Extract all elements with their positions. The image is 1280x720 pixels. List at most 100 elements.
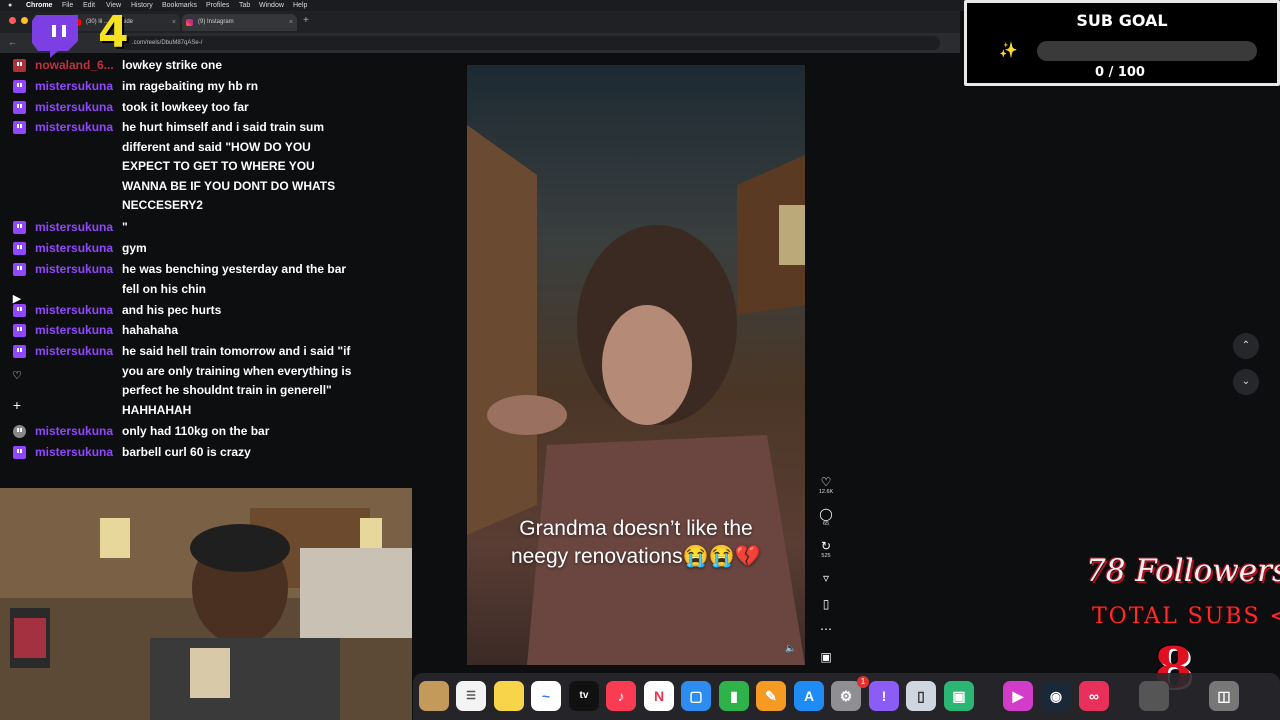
video-app-icon[interactable]: ▶ — [1003, 681, 1033, 711]
chat-username[interactable]: mistersukuna — [35, 301, 113, 321]
sub-goal-widget: SUB GOAL ✨ 0 / 100 — [964, 0, 1280, 86]
more-options-button[interactable]: ⋯ — [814, 622, 838, 636]
like-button[interactable]: ♡ 12.6K — [814, 475, 838, 495]
apple-icon[interactable]: ● — [8, 0, 12, 11]
next-reel-button[interactable]: ⌄ — [1233, 369, 1259, 395]
simulator-icon[interactable]: ▯ — [906, 681, 936, 711]
chat-panel: nowaland_6... lowkey strike one mistersu… — [0, 56, 410, 466]
preview-icon[interactable] — [419, 681, 449, 711]
notes-icon[interactable] — [494, 681, 524, 711]
chat-username[interactable]: mistersukuna — [35, 443, 113, 463]
badge-icon — [13, 446, 26, 459]
menu-window[interactable]: Window — [259, 0, 284, 11]
chevron-up-icon: ⌃ — [1241, 340, 1251, 351]
menu-file[interactable]: File — [62, 0, 73, 11]
chevron-down-icon: ⌄ — [1241, 376, 1251, 387]
chat-username[interactable]: mistersukuna — [35, 77, 113, 97]
steam-icon[interactable]: ◉ — [1041, 681, 1071, 711]
numbers-icon[interactable]: ▮ — [719, 681, 749, 711]
follower-count: 78 Followers — [1086, 553, 1280, 589]
badge-icon — [13, 345, 26, 358]
finder-window-icon[interactable] — [1139, 681, 1169, 711]
system-settings-icon[interactable]: ⚙ — [831, 681, 861, 711]
sub-goal-title: SUB GOAL — [1076, 11, 1168, 30]
chat-username[interactable]: nowaland_6... — [35, 56, 114, 76]
chat-text: he said hell train tomorrow and i said "… — [122, 344, 352, 417]
menu-edit[interactable]: Edit — [83, 0, 95, 11]
twitch-logo-icon — [32, 15, 78, 58]
dock: ☰ ~ tv ♪ N ▢ ▮ ✎ A ⚙ ! ▯ ▣ ▶ ◉ ∞ ◫ — [413, 673, 1280, 720]
tab-instagram[interactable]: (9) Instagram × — [182, 14, 297, 31]
repost-button[interactable]: ↻ 525 — [814, 539, 838, 559]
chat-text: hahahaha — [122, 323, 179, 337]
chat-username[interactable]: mistersukuna — [35, 342, 113, 362]
apple-tv-icon[interactable]: tv — [569, 681, 599, 711]
menu-history[interactable]: History — [131, 0, 153, 11]
chat-text: gym — [122, 241, 147, 255]
new-tab-button[interactable]: + — [303, 15, 309, 26]
music-icon[interactable]: ♪ — [606, 681, 636, 711]
close-window-button[interactable] — [9, 17, 16, 24]
keynote-icon[interactable]: ▢ — [681, 681, 711, 711]
trash-icon[interactable]: ◫ — [1209, 681, 1239, 711]
caption-line-1: Grandma doesn’t like the — [519, 517, 753, 540]
menu-help[interactable]: Help — [293, 0, 307, 11]
dock-notification-badge: 1 — [857, 676, 869, 688]
twitch-studio-icon[interactable]: ▣ — [944, 681, 974, 711]
minimize-window-button[interactable] — [21, 17, 28, 24]
chat-username[interactable]: mistersukuna — [35, 321, 113, 341]
close-icon[interactable]: × — [172, 14, 176, 31]
feedback-icon[interactable]: ! — [869, 681, 899, 711]
menu-profiles[interactable]: Profiles — [206, 0, 229, 11]
badge-icon — [13, 101, 26, 114]
comment-button[interactable]: ◯ 65 — [814, 507, 838, 527]
like-count: 12.6K — [818, 489, 834, 495]
repost-icon: ↻ — [820, 539, 832, 553]
chat-text: only had 110kg on the bar — [122, 424, 270, 438]
total-subs-label: TOTAL SUBS < — [1092, 604, 1280, 629]
address-bar-row: ← ↻ ⌂ .com/reels/DbuM87qASe-/ — [0, 33, 960, 53]
badge-icon — [13, 80, 26, 93]
previous-reel-button[interactable]: ⌃ — [1233, 333, 1259, 359]
chat-username[interactable]: mistersukuna — [35, 218, 113, 238]
chat-username[interactable]: mistersukuna — [35, 239, 113, 259]
mute-icon[interactable]: 🔈 — [785, 643, 796, 654]
chat-username[interactable]: mistersukuna — [35, 98, 113, 118]
audio-thumbnail[interactable]: ▣ — [814, 650, 838, 664]
instagram-icon — [186, 19, 193, 26]
chat-text: he was benching yesterday and the bar fe… — [122, 262, 347, 296]
news-icon[interactable]: N — [644, 681, 674, 711]
badge-icon — [13, 121, 26, 134]
menu-chrome[interactable]: Chrome — [26, 0, 52, 11]
audio-icon: ▣ — [820, 650, 832, 664]
url-input[interactable]: .com/reels/DbuM87qASe-/ — [120, 36, 940, 50]
close-icon[interactable]: × — [289, 14, 293, 31]
tab-label: (9) Instagram — [198, 19, 234, 25]
repost-count: 525 — [821, 553, 831, 559]
menu-bookmarks[interactable]: Bookmarks — [162, 0, 197, 11]
pages-icon[interactable]: ✎ — [756, 681, 786, 711]
comment-icon: ◯ — [819, 507, 833, 521]
creative-cloud-icon[interactable]: ∞ — [1079, 681, 1109, 711]
chat-text: he hurt himself and i said train sum dif… — [122, 120, 336, 213]
share-button[interactable]: ▿ — [814, 571, 838, 585]
freeform-icon[interactable]: ~ — [531, 681, 561, 711]
chat-username[interactable]: mistersukuna — [35, 422, 113, 442]
reel-video[interactable]: Grandma doesn’t like the neegy renovatio… — [467, 65, 805, 665]
badge-icon — [13, 59, 26, 72]
sub-goal-progress-bar — [1037, 41, 1257, 61]
reminders-icon[interactable]: ☰ — [456, 681, 486, 711]
viewer-count: 4 — [98, 7, 129, 58]
caption-line-2: neegy renovations — [510, 545, 683, 568]
chat-username[interactable]: mistersukuna — [35, 260, 113, 280]
back-icon[interactable]: ← — [8, 37, 17, 47]
app-store-icon[interactable]: A — [794, 681, 824, 711]
caption-emoji: 😭😭 — [682, 545, 735, 568]
webcam-feed — [0, 488, 412, 720]
save-button[interactable]: ▯ — [814, 597, 838, 611]
caption-heart: 💔 — [734, 545, 762, 568]
comment-count: 65 — [822, 521, 830, 527]
chat-text: barbell curl 60 is crazy — [122, 445, 251, 459]
menu-tab[interactable]: Tab — [239, 0, 250, 11]
chat-username[interactable]: mistersukuna — [35, 118, 113, 138]
